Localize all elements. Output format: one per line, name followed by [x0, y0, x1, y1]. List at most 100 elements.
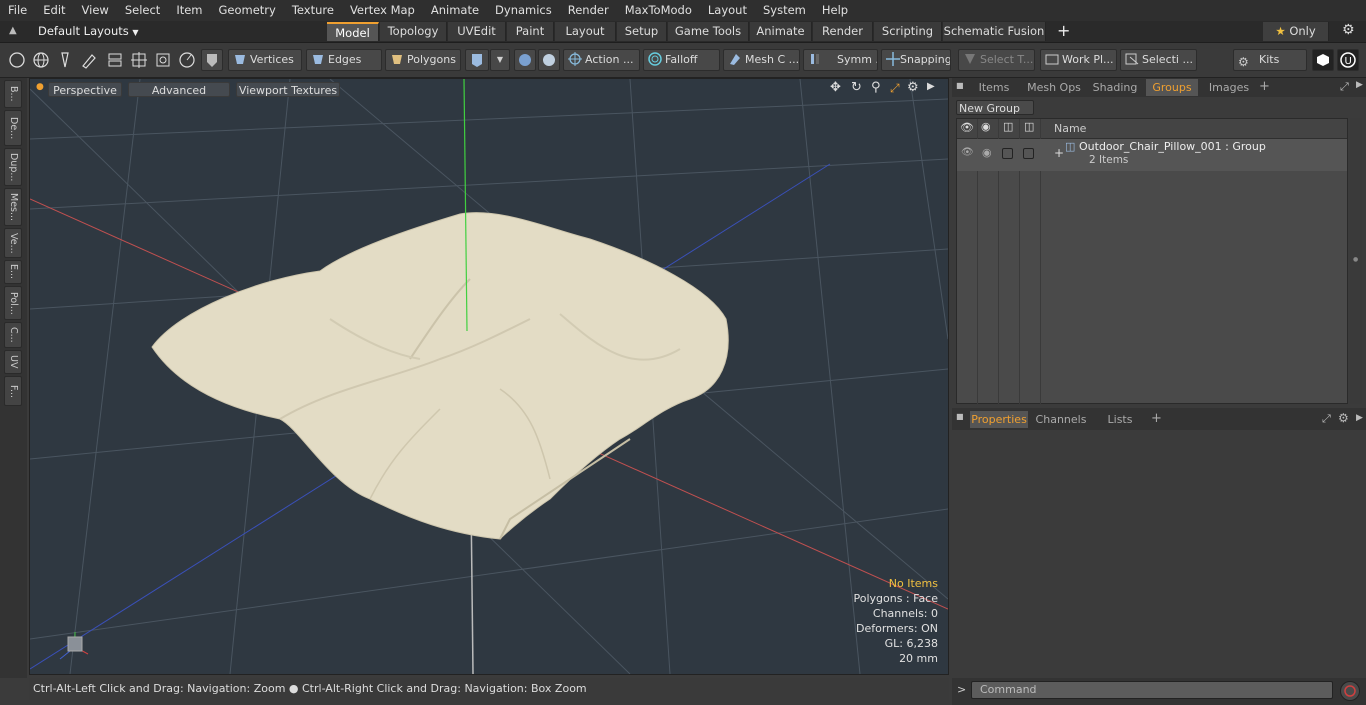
grid-icon[interactable] — [128, 49, 150, 71]
left-tab-uv[interactable]: UV — [4, 350, 22, 374]
cube-icon[interactable] — [1312, 49, 1334, 71]
selection-sets-button[interactable]: Selecti ... — [1120, 49, 1197, 71]
tab-shading[interactable]: Shading — [1090, 79, 1140, 96]
left-tab-curve[interactable]: C... — [4, 322, 22, 348]
menu-help[interactable]: Help — [814, 0, 856, 21]
left-tab-mesh-edit[interactable]: Mes... — [4, 188, 22, 226]
viewport-scene[interactable] — [30, 79, 948, 674]
tab-items[interactable]: Items — [970, 79, 1018, 96]
viewport-gear-icon[interactable]: ⚙ — [907, 80, 919, 95]
gear-icon[interactable]: ⚙ — [1342, 22, 1355, 38]
menu-texture[interactable]: Texture — [284, 0, 342, 21]
viewport-arrow-icon[interactable]: ▶ — [927, 81, 935, 92]
layout-selector[interactable]: Default Layouts ▼ — [38, 24, 139, 38]
menu-render[interactable]: Render — [560, 0, 617, 21]
tab-scripting[interactable]: Scripting — [874, 22, 942, 41]
collapse-icon[interactable]: ▲ — [9, 25, 21, 37]
menu-item[interactable]: Item — [168, 0, 210, 21]
advanced-button[interactable]: Advanced — [128, 82, 230, 97]
only-toggle[interactable]: ★ Only — [1263, 22, 1329, 41]
select-through-button[interactable]: Select T... — [958, 49, 1035, 71]
props-expand-icon[interactable]: ⤢ — [1322, 412, 1331, 426]
menu-edit[interactable]: Edit — [35, 0, 73, 21]
menu-maxtomodo[interactable]: MaxToModo — [617, 0, 700, 21]
expand-plus-icon[interactable]: + — [1054, 146, 1064, 160]
viewport-dot-icon[interactable]: ● — [36, 82, 44, 92]
menu-geometry[interactable]: Geometry — [211, 0, 284, 21]
tab-uvedit[interactable]: UVEdit — [448, 22, 506, 41]
props-gear-icon[interactable]: ⚙ — [1338, 411, 1349, 425]
left-tab-polygon[interactable]: Pol... — [4, 286, 22, 320]
symmetry-icon[interactable] — [514, 49, 536, 71]
snap-sphere-icon[interactable] — [538, 49, 560, 71]
props-dot-icon[interactable]: ■ — [956, 412, 964, 421]
left-tab-basic[interactable]: B... — [4, 80, 22, 108]
mesh-constraint-button[interactable]: Mesh C ... — [723, 49, 800, 71]
falloff-button[interactable]: Falloff — [643, 49, 720, 71]
tab-schematic-fusion[interactable]: Schematic Fusion — [943, 22, 1046, 41]
tab-mesh-ops[interactable]: Mesh Ops — [1022, 79, 1086, 96]
unreal-icon[interactable]: U — [1337, 49, 1359, 71]
add-props-tab-icon[interactable]: + — [1151, 411, 1162, 426]
tab-render[interactable]: Render — [813, 22, 873, 41]
menu-animate[interactable]: Animate — [423, 0, 487, 21]
tab-groups[interactable]: Groups — [1146, 79, 1198, 96]
brush-icon[interactable] — [78, 49, 100, 71]
rotate-icon[interactable] — [176, 49, 198, 71]
row-eye-icon[interactable]: 👁 — [961, 147, 974, 158]
menu-file[interactable]: File — [0, 0, 35, 21]
target-icon[interactable] — [152, 49, 174, 71]
left-tab-duplicate[interactable]: Dup... — [4, 148, 22, 186]
vertices-button[interactable]: Vertices — [228, 49, 302, 71]
row-render-icon[interactable]: ◉ — [982, 146, 992, 159]
maximize-icon[interactable]: ⤢ — [890, 81, 900, 96]
dropdown-arrow-icon[interactable]: ▼ — [490, 49, 510, 71]
select-icon[interactable]: ◫ — [1024, 120, 1034, 133]
3d-viewport[interactable]: ● Perspective Advanced Viewport Textures… — [29, 78, 949, 675]
tab-game-tools[interactable]: Game Tools — [668, 22, 749, 41]
menu-select[interactable]: Select — [117, 0, 168, 21]
tab-paint[interactable]: Paint — [507, 22, 554, 41]
panel-arrow-icon[interactable]: ▶ — [1356, 80, 1363, 90]
zoom-icon[interactable]: ⚲ — [871, 80, 881, 95]
edges-button[interactable]: Edges — [306, 49, 382, 71]
menu-dynamics[interactable]: Dynamics — [487, 0, 560, 21]
group-row[interactable]: 👁 ◉ + ◫ Outdoor_Chair_Pillow_001 : Group… — [957, 139, 1347, 171]
lock-icon[interactable]: ◫ — [1003, 120, 1013, 133]
symmetry-button[interactable]: Symm ... — [803, 49, 878, 71]
command-input[interactable]: Command — [971, 681, 1333, 699]
tab-animate[interactable]: Animate — [750, 22, 812, 41]
add-tab-icon[interactable]: + — [1057, 21, 1070, 41]
tab-properties[interactable]: Properties — [970, 411, 1028, 428]
menu-vertex-map[interactable]: Vertex Map — [342, 0, 423, 21]
pen-icon[interactable] — [54, 49, 76, 71]
left-tab-deform[interactable]: De... — [4, 110, 22, 146]
new-group-button[interactable]: New Group — [956, 100, 1034, 115]
tab-channels[interactable]: Channels — [1032, 411, 1090, 428]
menu-view[interactable]: View — [74, 0, 117, 21]
eye-icon[interactable]: 👁 — [960, 121, 974, 134]
action-center-button[interactable]: Action ... — [563, 49, 640, 71]
globe-icon[interactable] — [30, 49, 52, 71]
menu-layout[interactable]: Layout — [700, 0, 755, 21]
perspective-button[interactable]: Perspective — [48, 82, 122, 97]
orbit-icon[interactable]: ↻ — [851, 80, 862, 95]
expand-icon[interactable]: ⤢ — [1340, 80, 1349, 94]
left-tab-edge[interactable]: E... — [4, 260, 22, 284]
pan-icon[interactable]: ✥ — [830, 80, 841, 95]
polygons-button[interactable]: Polygons — [385, 49, 461, 71]
record-button[interactable] — [1340, 681, 1360, 701]
tab-layout[interactable]: Layout — [555, 22, 616, 41]
left-tab-vertex[interactable]: Ve... — [4, 228, 22, 258]
material-icon[interactable] — [465, 49, 489, 71]
align-icon[interactable] — [104, 49, 126, 71]
snapping-button[interactable]: Snapping — [881, 49, 951, 71]
row-lock-checkbox[interactable] — [1002, 148, 1013, 159]
render-icon[interactable]: ◉ — [981, 120, 991, 133]
kits-button[interactable]: ⚙ Kits — [1233, 49, 1307, 71]
tab-topology[interactable]: Topology — [380, 22, 447, 41]
props-arrow-icon[interactable]: ▶ — [1356, 413, 1363, 423]
shield-icon[interactable] — [201, 49, 223, 71]
circle-select-icon[interactable] — [6, 49, 28, 71]
groups-scrollbar[interactable]: ● — [1350, 118, 1362, 404]
